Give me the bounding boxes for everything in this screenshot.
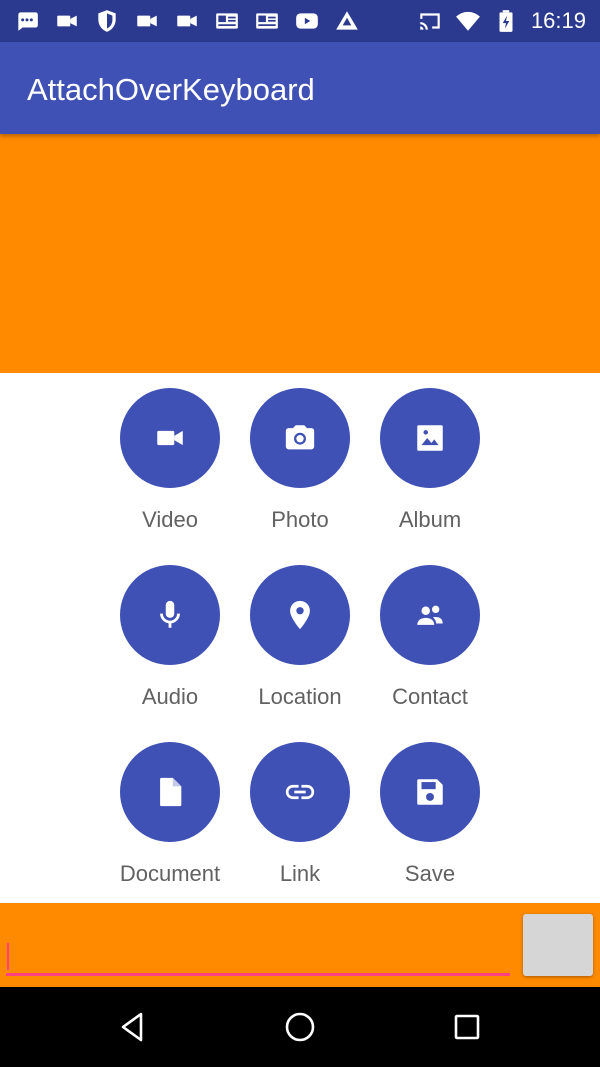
wifi-icon: [455, 8, 481, 34]
attach-document-button[interactable]: Document: [105, 742, 235, 892]
back-button[interactable]: [113, 1007, 153, 1047]
attach-link-button[interactable]: Link: [235, 742, 365, 892]
youtube-icon: [294, 8, 320, 34]
home-icon: [285, 1012, 315, 1042]
attach-circle[interactable]: [120, 388, 220, 488]
attach-save-button[interactable]: Save: [365, 742, 495, 892]
location-pin-icon: [290, 600, 310, 630]
app-icon: [334, 8, 360, 34]
save-icon: [417, 779, 443, 805]
video-camera-icon: [134, 8, 160, 34]
attach-circle[interactable]: [120, 565, 220, 665]
attachment-panel: Video Photo Album Audio Location Contact: [0, 373, 600, 903]
system-icons: 16:19: [417, 8, 586, 34]
input-bar: [0, 903, 600, 987]
link-icon: [285, 784, 315, 800]
news-icon: [254, 8, 280, 34]
videocam-icon: [157, 430, 183, 446]
attach-label: Photo: [271, 507, 329, 532]
attach-contact-button[interactable]: Contact: [365, 565, 495, 715]
recents-icon: [454, 1014, 480, 1040]
attach-video-button[interactable]: Video: [105, 388, 235, 538]
attach-circle[interactable]: [250, 388, 350, 488]
attach-circle[interactable]: [250, 565, 350, 665]
attach-circle[interactable]: [380, 388, 480, 488]
attach-album-button[interactable]: Album: [365, 388, 495, 538]
video-call-icon: [54, 8, 80, 34]
image-icon: [417, 425, 443, 451]
attach-label: Contact: [392, 684, 468, 709]
recents-button[interactable]: [447, 1007, 487, 1047]
attach-label: Document: [119, 861, 221, 886]
message-input[interactable]: [6, 932, 510, 976]
attach-photo-button[interactable]: Photo: [235, 388, 365, 538]
back-icon: [121, 1012, 143, 1042]
cast-icon: [417, 8, 443, 34]
shield-icon: [94, 8, 120, 34]
attach-location-button[interactable]: Location: [235, 565, 365, 715]
attach-label: Album: [398, 507, 462, 532]
battery-charging-icon: [493, 8, 519, 34]
attach-label: Audio: [141, 684, 199, 709]
camera-icon: [285, 425, 315, 450]
mic-icon: [160, 600, 180, 628]
app-bar: AttachOverKeyboard: [0, 42, 600, 134]
attach-circle[interactable]: [380, 565, 480, 665]
attach-audio-button[interactable]: Audio: [105, 565, 235, 715]
document-icon: [160, 777, 182, 807]
content-area: [0, 134, 600, 373]
attach-label: Video: [142, 507, 198, 532]
attach-circle[interactable]: [380, 742, 480, 842]
news-icon: [214, 8, 240, 34]
attach-label: Link: [279, 861, 321, 886]
navigation-bar: [0, 987, 600, 1067]
clock: 16:19: [530, 8, 586, 33]
messages-icon: [14, 8, 40, 34]
text-cursor: [7, 943, 9, 970]
attach-circle[interactable]: [120, 742, 220, 842]
attach-label: Location: [258, 684, 342, 709]
attach-circle[interactable]: [250, 742, 350, 842]
app-title: AttachOverKeyboard: [27, 72, 315, 107]
video-camera-icon: [174, 8, 200, 34]
contacts-icon: [417, 605, 443, 625]
home-button[interactable]: [280, 1007, 320, 1047]
status-bar: 16:19: [0, 0, 600, 42]
notification-icons: [14, 8, 360, 34]
send-button[interactable]: [523, 914, 593, 976]
attach-label: Save: [404, 861, 456, 886]
